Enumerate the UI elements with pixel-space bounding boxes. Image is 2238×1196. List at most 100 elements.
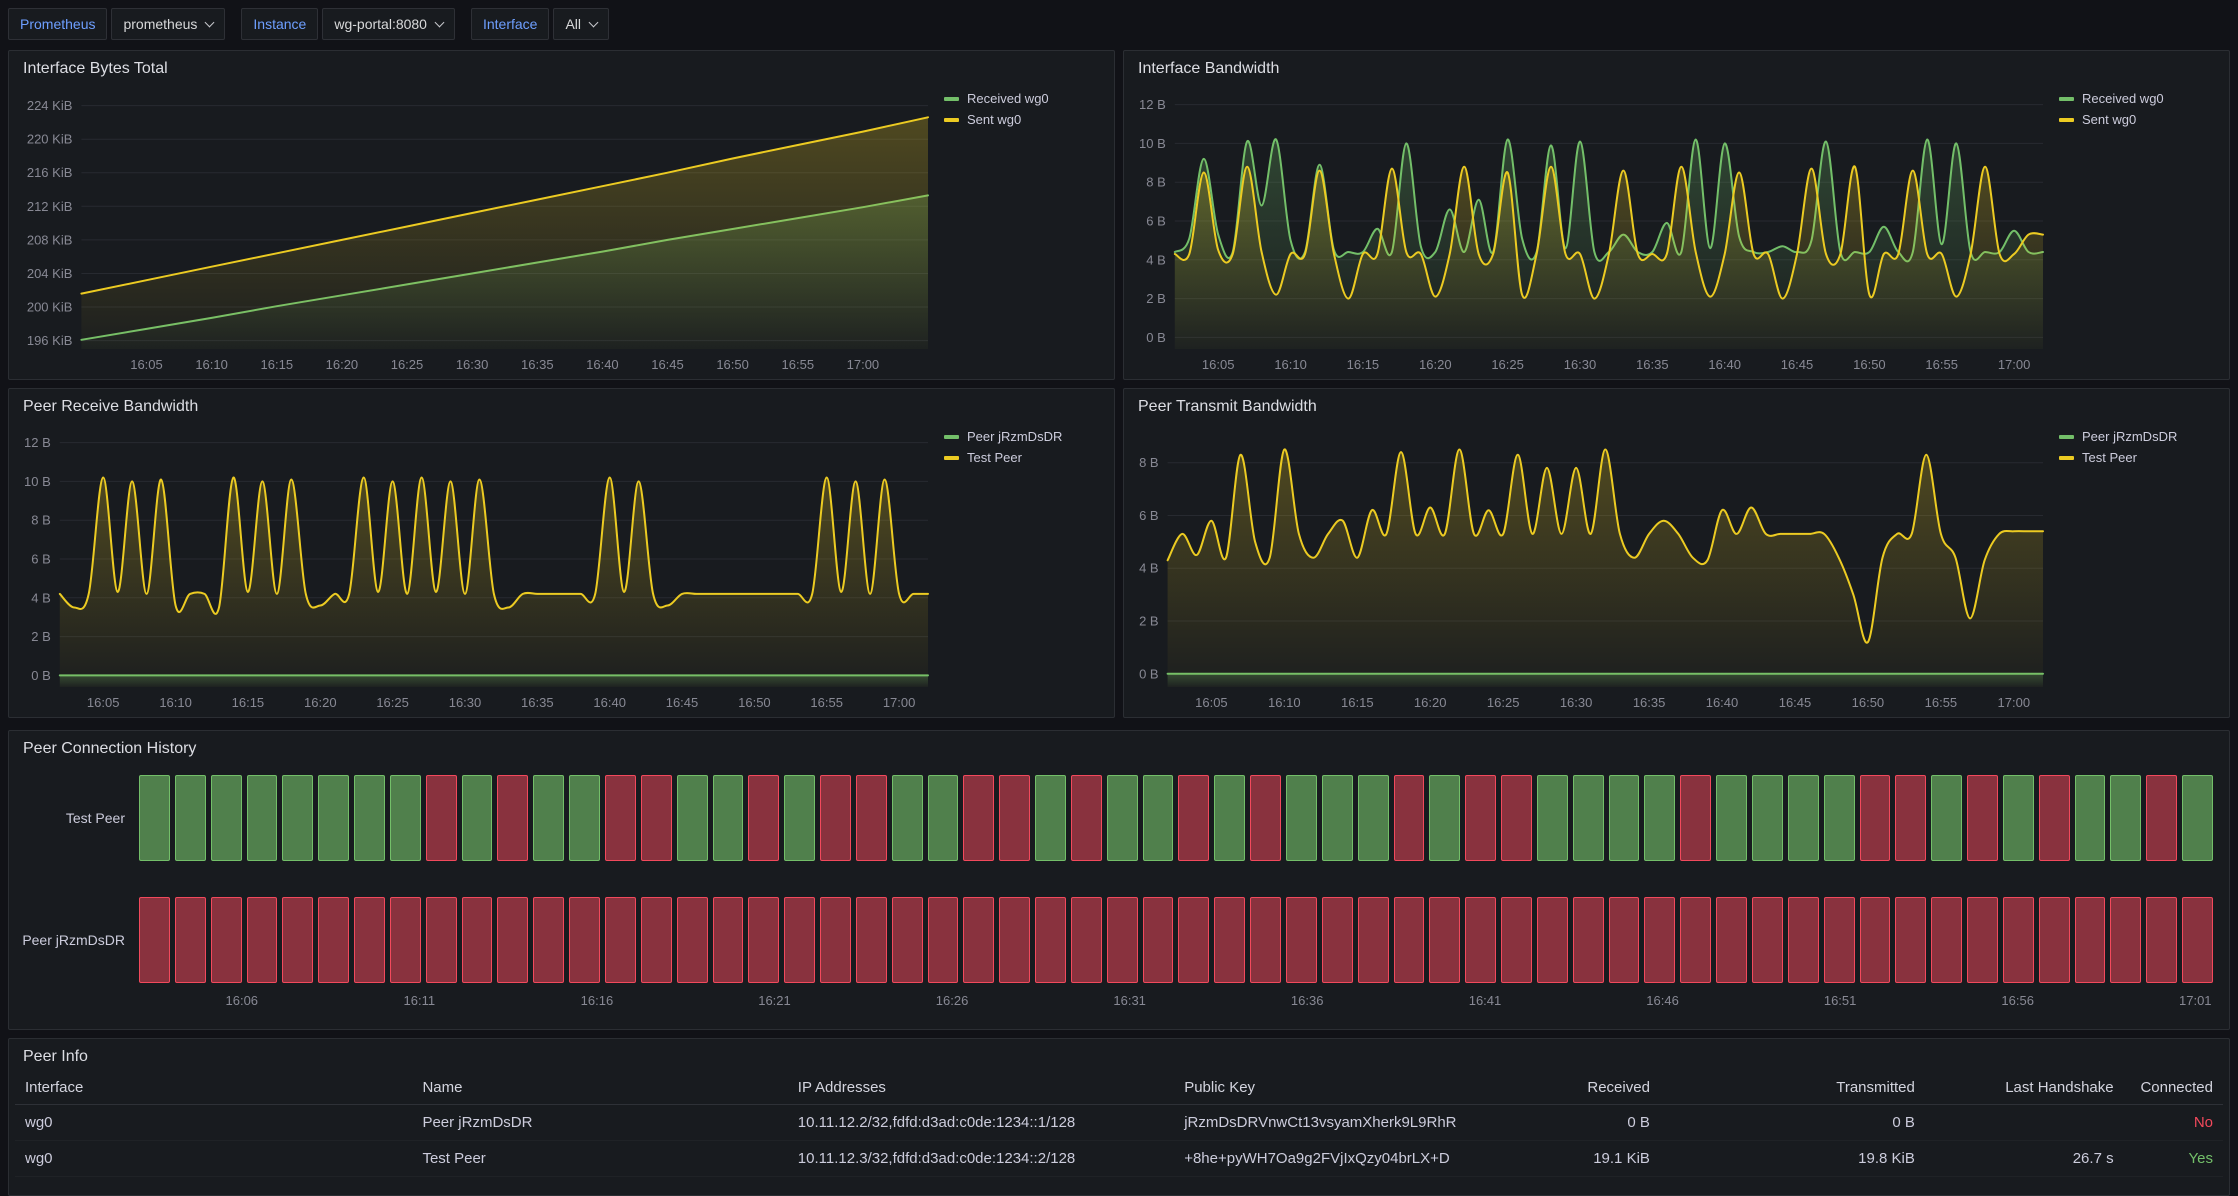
chart-legend: Received wg0 Sent wg0 <box>934 83 1106 375</box>
svg-text:16:45: 16:45 <box>1779 695 1812 710</box>
status-bar <box>1358 775 1389 861</box>
svg-text:16:30: 16:30 <box>449 695 482 710</box>
status-bar <box>1895 775 1926 861</box>
svg-text:204 KiB: 204 KiB <box>27 266 73 281</box>
column-header[interactable]: Connected <box>2124 1069 2223 1105</box>
x-axis-tick-label: 16:41 <box>1469 993 1502 1008</box>
status-bar <box>1143 897 1174 983</box>
status-bar <box>211 897 242 983</box>
column-header[interactable]: Received <box>1483 1069 1660 1105</box>
column-header[interactable]: Public Key <box>1174 1069 1483 1105</box>
column-header[interactable]: Transmitted <box>1660 1069 1925 1105</box>
status-bar <box>426 897 457 983</box>
panel-header[interactable]: Peer Transmit Bandwidth <box>1124 389 2229 419</box>
status-bar <box>1573 897 1604 983</box>
status-bar <box>641 775 672 861</box>
status-bar <box>1286 775 1317 861</box>
status-bar <box>1788 775 1819 861</box>
legend-item[interactable]: Received wg0 <box>944 91 1102 106</box>
svg-text:16:10: 16:10 <box>1268 695 1301 710</box>
time-series-chart[interactable]: 0 B2 B4 B6 B8 B10 B12 B16:0516:1016:1516… <box>17 421 934 713</box>
svg-text:16:40: 16:40 <box>1706 695 1739 710</box>
x-axis-tick-label: 16:11 <box>404 993 436 1008</box>
status-bar <box>533 897 564 983</box>
column-header[interactable]: Last Handshake <box>1925 1069 2124 1105</box>
panel-header[interactable]: Interface Bandwidth <box>1124 51 2229 81</box>
svg-text:216 KiB: 216 KiB <box>27 165 73 180</box>
panel-title: Peer Receive Bandwidth <box>23 398 198 415</box>
panel-title: Peer Transmit Bandwidth <box>1138 398 1317 415</box>
status-bar <box>605 897 636 983</box>
status-bar <box>1465 775 1496 861</box>
status-bar <box>641 897 672 983</box>
svg-text:10 B: 10 B <box>1139 136 1166 151</box>
status-bar <box>748 775 779 861</box>
svg-text:16:30: 16:30 <box>456 357 489 372</box>
status-bar <box>1895 897 1926 983</box>
legend-item[interactable]: Sent wg0 <box>2059 112 2217 127</box>
variable-instance-dropdown[interactable]: wg-portal:8080 <box>322 8 455 40</box>
variable-interface-value: All <box>565 16 581 32</box>
time-series-chart[interactable]: 196 KiB200 KiB204 KiB208 KiB212 KiB216 K… <box>17 83 934 375</box>
peer-info-table: InterfaceNameIP AddressesPublic KeyRecei… <box>15 1069 2223 1177</box>
status-bar <box>533 775 564 861</box>
x-axis-tick-label: 16:56 <box>2001 993 2034 1008</box>
status-bar <box>1931 897 1962 983</box>
svg-text:16:25: 16:25 <box>376 695 409 710</box>
chevron-down-icon <box>589 18 599 28</box>
panel-peer-receive-bandwidth: Peer Receive Bandwidth 0 B2 B4 B6 B8 B10… <box>8 388 1115 718</box>
panel-header[interactable]: Peer Connection History <box>9 731 2229 761</box>
status-bar <box>139 775 170 861</box>
svg-text:4 B: 4 B <box>1146 252 1166 267</box>
svg-text:17:00: 17:00 <box>1998 695 2031 710</box>
status-bar <box>1322 897 1353 983</box>
chart-legend: Peer jRzmDsDR Test Peer <box>2049 421 2221 713</box>
panel-header[interactable]: Peer Info <box>9 1039 2229 1069</box>
status-bar <box>784 897 815 983</box>
status-bar <box>1107 897 1138 983</box>
x-axis-tick-label: 16:21 <box>758 993 791 1008</box>
svg-text:17:00: 17:00 <box>847 357 880 372</box>
table-row: wg0Test Peer10.11.12.3/32,fdfd:d3ad:c0de… <box>15 1141 2223 1177</box>
status-bar <box>1501 897 1532 983</box>
status-bars <box>139 897 2213 983</box>
svg-text:2 B: 2 B <box>1146 291 1166 306</box>
column-header[interactable]: Name <box>412 1069 787 1105</box>
legend-item[interactable]: Peer jRzmDsDR <box>2059 429 2217 444</box>
variable-interface-dropdown[interactable]: All <box>553 8 609 40</box>
chevron-down-icon <box>205 18 215 28</box>
status-bar <box>1394 775 1425 861</box>
legend-item[interactable]: Test Peer <box>2059 450 2217 465</box>
legend-item[interactable]: Test Peer <box>944 450 1102 465</box>
legend-item[interactable]: Peer jRzmDsDR <box>944 429 1102 444</box>
status-bar <box>1716 775 1747 861</box>
chart-legend: Peer jRzmDsDR Test Peer <box>934 421 1106 713</box>
svg-text:16:55: 16:55 <box>810 695 843 710</box>
status-bar <box>1501 775 1532 861</box>
status-bar <box>1824 775 1855 861</box>
svg-text:212 KiB: 212 KiB <box>27 199 73 214</box>
table-cell: 19.8 KiB <box>1660 1141 1925 1177</box>
column-header[interactable]: IP Addresses <box>788 1069 1174 1105</box>
variable-prometheus-dropdown[interactable]: prometheus <box>111 8 225 40</box>
status-row-label: Peer jRzmDsDR <box>19 932 139 948</box>
panel-header[interactable]: Interface Bytes Total <box>9 51 1114 81</box>
legend-item[interactable]: Sent wg0 <box>944 112 1102 127</box>
svg-text:12 B: 12 B <box>1139 97 1166 112</box>
legend-series-label: Sent wg0 <box>2082 112 2136 127</box>
status-bar <box>1931 775 1962 861</box>
legend-item[interactable]: Received wg0 <box>2059 91 2217 106</box>
status-bar <box>999 775 1030 861</box>
status-history-chart[interactable]: Test PeerPeer jRzmDsDR16:0616:1116:1616:… <box>9 761 2229 1029</box>
svg-text:0 B: 0 B <box>1146 330 1166 345</box>
status-bar <box>2182 775 2213 861</box>
panel-header[interactable]: Peer Receive Bandwidth <box>9 389 1114 419</box>
status-bar <box>1680 897 1711 983</box>
status-row-label: Test Peer <box>19 810 139 826</box>
column-header[interactable]: Interface <box>15 1069 412 1105</box>
status-bar <box>318 897 349 983</box>
svg-text:2 B: 2 B <box>1139 614 1159 629</box>
time-series-chart[interactable]: 0 B2 B4 B6 B8 B10 B12 B16:0516:1016:1516… <box>1132 83 2049 375</box>
time-series-chart[interactable]: 0 B2 B4 B6 B8 B16:0516:1016:1516:2016:25… <box>1132 421 2049 713</box>
x-axis-tick-label: 16:06 <box>226 993 259 1008</box>
